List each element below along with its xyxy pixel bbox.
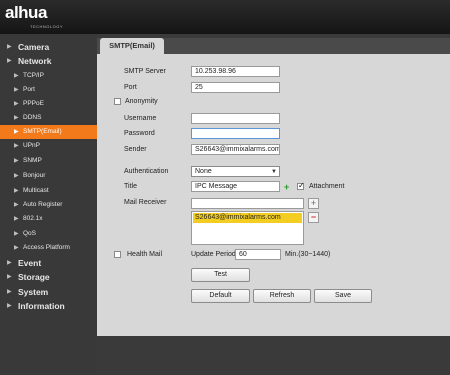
- sidebar-item-network[interactable]: ▶ Network: [0, 54, 97, 68]
- sidebar-item-label: Auto Register: [23, 201, 63, 208]
- remove-receiver-button[interactable]: −: [308, 212, 319, 223]
- mail-receiver-label: Mail Receiver: [124, 199, 167, 206]
- brand-subtitle: TECHNOLOGY: [30, 24, 64, 29]
- sidebar-item-label: DDNS: [23, 114, 42, 121]
- update-period-unit: Min.(30~1440): [285, 251, 331, 258]
- authentication-select[interactable]: None ▼: [191, 166, 280, 177]
- sidebar-item-label: Multicast: [23, 187, 49, 194]
- sidebar-item-label: PPPoE: [23, 100, 44, 107]
- sidebar-item-snmp[interactable]: ▶ SNMP: [0, 154, 97, 168]
- save-button[interactable]: Save: [314, 289, 372, 303]
- sidebar-item-label: SNMP: [23, 157, 42, 164]
- brand-logo: alhua: [5, 3, 47, 22]
- mail-receiver-input[interactable]: [191, 198, 304, 209]
- sidebar-item-storage[interactable]: ▶ Storage: [0, 270, 97, 284]
- sidebar-item-multicast[interactable]: ▶ Multicast: [0, 184, 97, 198]
- sidebar-item-tcpip[interactable]: ▶ TCP/IP: [0, 69, 97, 83]
- update-period-input[interactable]: 60: [235, 249, 281, 260]
- receiver-list[interactable]: S26643@immixalarms.com: [191, 211, 304, 245]
- sidebar-item-label: Access Platform: [23, 244, 70, 251]
- sidebar-item-label: Information: [18, 301, 65, 311]
- attachment-checkbox[interactable]: [297, 181, 305, 190]
- chevron-right-icon: ▶: [14, 158, 19, 164]
- anonymity-checkbox[interactable]: [114, 98, 121, 105]
- chevron-right-icon: ▶: [14, 245, 19, 251]
- sidebar-item-ddns[interactable]: ▶ DDNS: [0, 111, 97, 125]
- title-input[interactable]: IPC Message: [191, 181, 280, 192]
- sidebar-item-smtp-email[interactable]: ▶ SMTP(Email): [0, 125, 97, 139]
- chevron-right-icon: ▶: [14, 143, 19, 149]
- password-label: Password: [124, 130, 155, 137]
- sender-label: Sender: [124, 146, 147, 153]
- chevron-right-icon: ▶: [14, 202, 19, 208]
- sidebar-item-qos[interactable]: ▶ QoS: [0, 227, 97, 241]
- sidebar: ▶ Camera ▶ Network ▶ TCP/IP ▶ Port ▶ PPP…: [0, 34, 97, 375]
- update-period-label: Update Period: [191, 251, 236, 258]
- add-receiver-button[interactable]: +: [308, 198, 319, 209]
- sidebar-item-camera[interactable]: ▶ Camera: [0, 40, 97, 54]
- sidebar-item-access-platform[interactable]: ▶ Access Platform: [0, 241, 97, 255]
- bottom-area: [97, 336, 450, 375]
- sidebar-item-label: System: [18, 287, 49, 297]
- chevron-right-icon: ▶: [7, 289, 12, 295]
- sidebar-item-label: Camera: [18, 42, 50, 52]
- sidebar-item-label: TCP/IP: [23, 72, 44, 79]
- chevron-right-icon: ▶: [14, 101, 19, 107]
- sidebar-item-event[interactable]: ▶ Event: [0, 256, 97, 270]
- chevron-right-icon: ▶: [7, 58, 12, 64]
- chevron-right-icon: ▶: [7, 44, 12, 50]
- chevron-right-icon: ▶: [14, 115, 19, 121]
- chevron-right-icon: ▶: [14, 173, 19, 179]
- chevron-right-icon: ▶: [14, 231, 19, 237]
- port-input[interactable]: 25: [191, 82, 280, 93]
- chevron-right-icon: ▶: [14, 129, 19, 135]
- default-button[interactable]: Default: [191, 289, 250, 303]
- tab-smtp-email[interactable]: SMTP(Email): [100, 38, 164, 54]
- refresh-button[interactable]: Refresh: [253, 289, 311, 303]
- add-title-icon[interactable]: +: [284, 183, 289, 192]
- health-mail-label: Health Mail: [127, 251, 163, 258]
- sidebar-item-label: UPnP: [23, 142, 40, 149]
- username-input[interactable]: [191, 113, 280, 124]
- chevron-right-icon: ▶: [7, 303, 12, 309]
- top-header: alhua TECHNOLOGY: [0, 0, 450, 34]
- smtp-server-input[interactable]: 10.253.98.96: [191, 66, 280, 77]
- sidebar-item-bonjour[interactable]: ▶ Bonjour: [0, 169, 97, 183]
- chevron-right-icon: ▶: [14, 188, 19, 194]
- health-mail-checkbox[interactable]: [114, 251, 121, 258]
- sidebar-item-pppoe[interactable]: ▶ PPPoE: [0, 97, 97, 111]
- chevron-right-icon: ▶: [14, 73, 19, 79]
- sidebar-item-label: Port: [23, 86, 35, 93]
- port-label: Port: [124, 84, 137, 91]
- attachment-label: Attachment: [309, 183, 345, 190]
- chevron-down-icon: ▼: [271, 169, 277, 175]
- sidebar-item-system[interactable]: ▶ System: [0, 285, 97, 299]
- chevron-right-icon: ▶: [7, 260, 12, 266]
- sender-input[interactable]: S26643@immixalarms.com: [191, 144, 280, 155]
- chevron-right-icon: ▶: [14, 87, 19, 93]
- list-item[interactable]: S26643@immixalarms.com: [193, 213, 302, 223]
- sidebar-item-label: 802.1x: [23, 215, 43, 222]
- authentication-value: None: [195, 168, 212, 175]
- sidebar-item-label: Event: [18, 258, 42, 268]
- password-input[interactable]: [191, 128, 280, 139]
- anonymity-label: Anonymity: [125, 98, 158, 105]
- title-label: Title: [124, 183, 137, 190]
- test-button[interactable]: Test: [191, 268, 250, 282]
- chevron-right-icon: ▶: [14, 216, 19, 222]
- sidebar-item-label: QoS: [23, 230, 37, 237]
- sidebar-item-8021x[interactable]: ▶ 802.1x: [0, 212, 97, 226]
- chevron-right-icon: ▶: [7, 274, 12, 280]
- sidebar-item-label: Bonjour: [23, 172, 46, 179]
- username-label: Username: [124, 115, 157, 122]
- sidebar-item-label: Storage: [18, 272, 50, 282]
- sidebar-item-information[interactable]: ▶ Information: [0, 299, 97, 313]
- sidebar-item-port[interactable]: ▶ Port: [0, 83, 97, 97]
- sidebar-item-label: Network: [18, 56, 52, 66]
- sidebar-item-label: SMTP(Email): [23, 128, 62, 135]
- authentication-label: Authentication: [124, 168, 169, 175]
- sidebar-item-auto-register[interactable]: ▶ Auto Register: [0, 198, 97, 212]
- smtp-server-label: SMTP Server: [124, 68, 166, 75]
- sidebar-item-upnp[interactable]: ▶ UPnP: [0, 139, 97, 153]
